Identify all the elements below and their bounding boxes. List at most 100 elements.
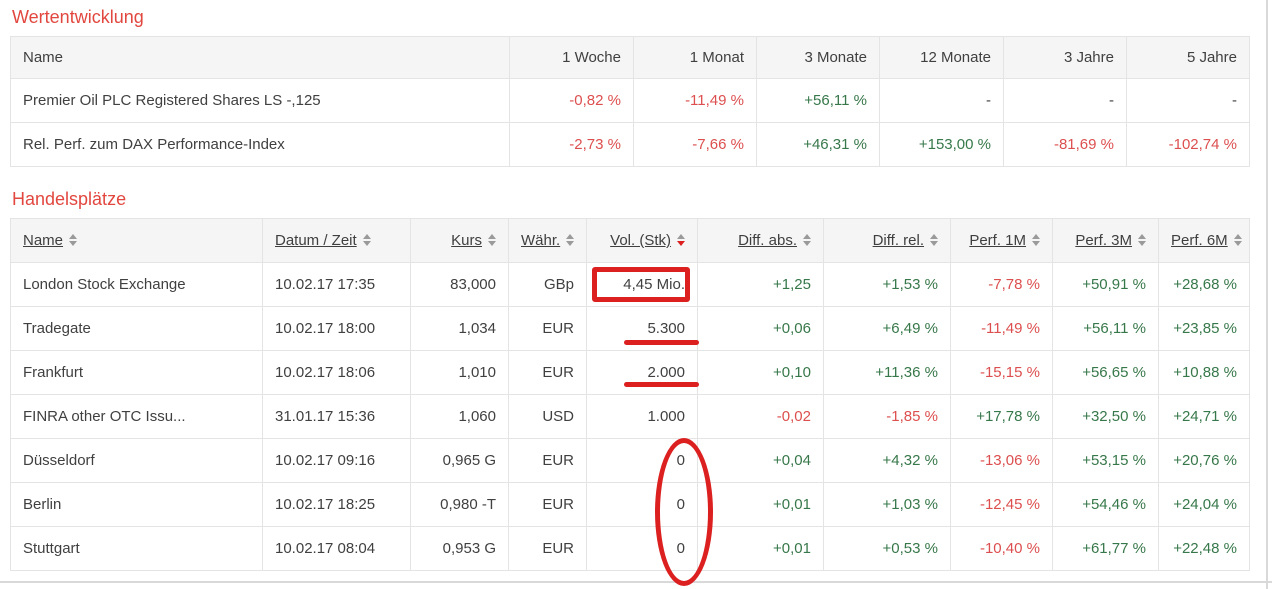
venues-col-diff-abs-label: Diff. abs.: [738, 232, 797, 249]
venue-currency: USD: [509, 395, 587, 439]
venue-name: Tradegate: [11, 307, 263, 351]
venues-col-name[interactable]: Name: [11, 219, 263, 263]
venue-volume: 0: [587, 439, 698, 483]
venue-price: 1,060: [411, 395, 509, 439]
perf-value: -11,49 %: [634, 79, 757, 123]
venue-name: London Stock Exchange: [11, 263, 263, 307]
venue-perf-3m: +54,46 %: [1053, 483, 1159, 527]
venue-price: 83,000: [411, 263, 509, 307]
venue-datetime: 10.02.17 18:06: [263, 351, 411, 395]
sort-arrows-icon[interactable]: [363, 234, 371, 246]
venue-perf-3m: +50,91 %: [1053, 263, 1159, 307]
perf-value: -81,69 %: [1004, 123, 1127, 167]
venue-perf-1m: -10,40 %: [951, 527, 1053, 571]
performance-col-1w: 1 Woche: [510, 37, 634, 79]
venue-datetime: 10.02.17 08:04: [263, 527, 411, 571]
perf-value: +56,11 %: [757, 79, 880, 123]
venue-datetime: 31.01.17 15:36: [263, 395, 411, 439]
venue-currency: GBp: [509, 263, 587, 307]
venues-col-diff-rel[interactable]: Diff. rel.: [824, 219, 951, 263]
table-row: Düsseldorf 10.02.17 09:16 0,965 G EUR 0 …: [11, 439, 1250, 483]
venue-currency: EUR: [509, 439, 587, 483]
perf-value: +153,00 %: [880, 123, 1004, 167]
sort-arrows-icon[interactable]: [677, 234, 685, 246]
venues-col-datetime[interactable]: Datum / Zeit: [263, 219, 411, 263]
venue-diff-rel: +6,49 %: [824, 307, 951, 351]
venues-header-row: Name Datum / Zeit Kurs Währ. Vol. (Stk) …: [11, 219, 1250, 263]
performance-col-12m: 12 Monate: [880, 37, 1004, 79]
sort-arrows-icon[interactable]: [566, 234, 574, 246]
venue-name: FINRA other OTC Issu...: [11, 395, 263, 439]
venue-perf-3m: +32,50 %: [1053, 395, 1159, 439]
venues-table: Name Datum / Zeit Kurs Währ. Vol. (Stk) …: [10, 218, 1250, 571]
venue-datetime: 10.02.17 18:00: [263, 307, 411, 351]
venue-diff-rel: +0,53 %: [824, 527, 951, 571]
venue-price: 0,980 -T: [411, 483, 509, 527]
venue-diff-abs: +0,10: [698, 351, 824, 395]
venue-diff-rel: -1,85 %: [824, 395, 951, 439]
performance-col-3y: 3 Jahre: [1004, 37, 1127, 79]
venues-col-perf-3m[interactable]: Perf. 3M: [1053, 219, 1159, 263]
venue-perf-3m: +53,15 %: [1053, 439, 1159, 483]
perf-value: -0,82 %: [510, 79, 634, 123]
sort-arrows-icon[interactable]: [488, 234, 496, 246]
venue-perf-1m: -15,15 %: [951, 351, 1053, 395]
performance-section-title: Wertentwicklung: [12, 6, 144, 28]
venue-diff-rel: +4,32 %: [824, 439, 951, 483]
venues-col-diff-abs[interactable]: Diff. abs.: [698, 219, 824, 263]
venue-volume: 4,45 Mio.: [587, 263, 698, 307]
performance-col-name: Name: [11, 37, 510, 79]
venue-diff-abs: +0,04: [698, 439, 824, 483]
venue-perf-6m: +24,04 %: [1159, 483, 1250, 527]
performance-col-1m: 1 Monat: [634, 37, 757, 79]
venue-currency: EUR: [509, 307, 587, 351]
venues-col-perf-1m[interactable]: Perf. 1M: [951, 219, 1053, 263]
venue-volume: 5.300: [587, 307, 698, 351]
sort-arrows-icon[interactable]: [69, 234, 77, 246]
table-row: London Stock Exchange 10.02.17 17:35 83,…: [11, 263, 1250, 307]
venue-price: 1,034: [411, 307, 509, 351]
venue-perf-3m: +61,77 %: [1053, 527, 1159, 571]
table-row: Berlin 10.02.17 18:25 0,980 -T EUR 0 +0,…: [11, 483, 1250, 527]
venue-datetime: 10.02.17 09:16: [263, 439, 411, 483]
venue-datetime: 10.02.17 17:35: [263, 263, 411, 307]
perf-value: -7,66 %: [634, 123, 757, 167]
venue-perf-6m: +22,48 %: [1159, 527, 1250, 571]
venue-perf-3m: +56,65 %: [1053, 351, 1159, 395]
venue-perf-3m: +56,11 %: [1053, 307, 1159, 351]
venue-diff-abs: +0,01: [698, 483, 824, 527]
venue-price: 0,953 G: [411, 527, 509, 571]
venues-col-datetime-label: Datum / Zeit: [275, 232, 357, 249]
venue-perf-1m: -11,49 %: [951, 307, 1053, 351]
venues-col-currency-label: Währ.: [521, 232, 560, 249]
venue-datetime: 10.02.17 18:25: [263, 483, 411, 527]
sort-arrows-icon[interactable]: [1032, 234, 1040, 246]
venue-price: 1,010: [411, 351, 509, 395]
sort-arrows-icon[interactable]: [1138, 234, 1146, 246]
venues-section-title: Handelsplätze: [12, 188, 126, 210]
venue-perf-6m: +10,88 %: [1159, 351, 1250, 395]
venue-perf-1m: -13,06 %: [951, 439, 1053, 483]
venues-col-currency[interactable]: Währ.: [509, 219, 587, 263]
performance-col-3m: 3 Monate: [757, 37, 880, 79]
sort-arrows-icon[interactable]: [930, 234, 938, 246]
venues-col-perf-6m[interactable]: Perf. 6M: [1159, 219, 1250, 263]
venue-currency: EUR: [509, 527, 587, 571]
venues-col-perf-3m-label: Perf. 3M: [1075, 232, 1132, 249]
venue-price: 0,965 G: [411, 439, 509, 483]
table-row: Stuttgart 10.02.17 08:04 0,953 G EUR 0 +…: [11, 527, 1250, 571]
venues-col-volume[interactable]: Vol. (Stk): [587, 219, 698, 263]
venue-diff-rel: +1,03 %: [824, 483, 951, 527]
sort-arrows-icon[interactable]: [1234, 234, 1242, 246]
venue-perf-6m: +24,71 %: [1159, 395, 1250, 439]
perf-value: +46,31 %: [757, 123, 880, 167]
perf-value: -: [1004, 79, 1127, 123]
table-row: FINRA other OTC Issu... 31.01.17 15:36 1…: [11, 395, 1250, 439]
venue-diff-rel: +11,36 %: [824, 351, 951, 395]
venue-perf-6m: +23,85 %: [1159, 307, 1250, 351]
venue-diff-abs: +0,01: [698, 527, 824, 571]
page-bottom-divider: [0, 581, 1272, 583]
sort-arrows-icon[interactable]: [803, 234, 811, 246]
venue-currency: EUR: [509, 483, 587, 527]
venues-col-price[interactable]: Kurs: [411, 219, 509, 263]
